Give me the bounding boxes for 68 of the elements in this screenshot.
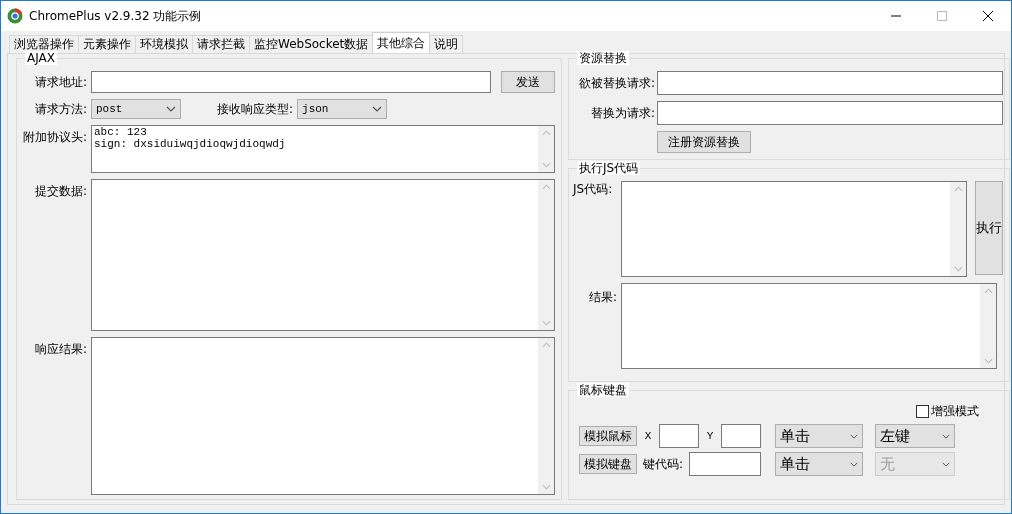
app-logo-icon bbox=[7, 8, 23, 24]
method-dropdown[interactable]: post bbox=[91, 99, 181, 119]
scroll-down-icon[interactable] bbox=[953, 266, 963, 272]
field-label: 结果: bbox=[587, 289, 617, 306]
response-textarea[interactable] bbox=[91, 337, 555, 495]
tab[interactable]: 请求拦截 bbox=[192, 35, 250, 53]
scroll-up-icon[interactable] bbox=[541, 130, 551, 136]
field-label: X bbox=[643, 430, 653, 442]
group-title: 执行JS代码 bbox=[577, 161, 641, 175]
maximize-icon bbox=[937, 11, 947, 21]
field-label: Y bbox=[705, 430, 715, 442]
field-label: 提交数据: bbox=[33, 183, 87, 200]
field-label: 请求方法: bbox=[33, 100, 87, 118]
key-action-dropdown[interactable]: 单击 bbox=[775, 452, 864, 476]
tab[interactable]: 其他综合 bbox=[372, 32, 431, 53]
enhanced-mode-checkbox[interactable]: 增强模式 bbox=[916, 403, 979, 420]
window-title: ChromePlus v2.9.32 功能示例 bbox=[29, 7, 202, 25]
simulate-keyboard-button[interactable]: 模拟键盘 bbox=[579, 454, 637, 474]
group-title: AJAX bbox=[25, 51, 57, 65]
response-type-dropdown[interactable]: json bbox=[297, 99, 388, 119]
target-request-field[interactable] bbox=[657, 101, 1003, 125]
run-button[interactable]: 执行 bbox=[975, 181, 1003, 275]
scroll-down-icon[interactable] bbox=[541, 484, 551, 490]
mouse-key-dropdown[interactable]: 左键 bbox=[875, 424, 955, 448]
simulate-mouse-button[interactable]: 模拟鼠标 bbox=[579, 426, 637, 446]
group-title: 鼠标键盘 bbox=[577, 383, 629, 397]
field-label: 欲被替换请求: bbox=[577, 74, 655, 92]
field-label: 接收响应类型: bbox=[217, 100, 294, 118]
text-line: abc: 123 bbox=[94, 126, 148, 138]
key-code-field[interactable] bbox=[689, 452, 762, 476]
close-icon bbox=[983, 11, 993, 21]
field-label: 键代码: bbox=[643, 455, 684, 473]
field-label: JS代码: bbox=[573, 181, 614, 198]
tab[interactable]: 浏览器操作 bbox=[9, 35, 79, 53]
x-field[interactable] bbox=[659, 424, 699, 448]
field-label: 响应结果: bbox=[33, 341, 87, 358]
scroll-up-icon[interactable] bbox=[541, 184, 551, 190]
field-label: 附加协议头: bbox=[21, 129, 87, 146]
scroll-down-icon[interactable] bbox=[983, 358, 993, 364]
js-result-textarea[interactable] bbox=[621, 283, 997, 369]
js-code-textarea[interactable] bbox=[621, 181, 967, 277]
y-field[interactable] bbox=[721, 424, 761, 448]
scroll-down-icon[interactable] bbox=[541, 162, 551, 168]
group-title: 资源替换 bbox=[577, 51, 629, 65]
text-line: sign: dxsiduiwqjdioqwjdioqwdj bbox=[94, 138, 287, 150]
chevron-down-icon bbox=[850, 433, 858, 439]
headers-textarea[interactable]: abc: 123 sign: dxsiduiwqjdioqwjdioqwdj bbox=[91, 125, 555, 173]
body-textarea[interactable] bbox=[91, 179, 555, 331]
source-request-field[interactable] bbox=[657, 71, 1003, 95]
scroll-down-icon[interactable] bbox=[541, 320, 551, 326]
scroll-up-icon[interactable] bbox=[983, 288, 993, 294]
field-label: 替换为请求: bbox=[589, 104, 655, 122]
register-button[interactable]: 注册资源替换 bbox=[657, 131, 751, 153]
click-type-dropdown[interactable]: 单击 bbox=[775, 424, 863, 448]
chevron-down-icon bbox=[942, 433, 950, 439]
tab[interactable]: 说明 bbox=[429, 35, 464, 53]
scroll-up-icon[interactable] bbox=[541, 342, 551, 348]
chevron-down-icon bbox=[942, 461, 951, 467]
chevron-down-icon bbox=[850, 461, 859, 467]
chevron-down-icon bbox=[372, 106, 383, 112]
field-label: 请求地址: bbox=[33, 73, 87, 91]
tab[interactable]: 元素操作 bbox=[78, 35, 136, 53]
tab[interactable]: 监控WebSocket数据 bbox=[249, 35, 374, 53]
send-button[interactable]: 发送 bbox=[501, 71, 555, 93]
scroll-up-icon[interactable] bbox=[953, 186, 963, 192]
tab[interactable]: 环境模拟 bbox=[135, 35, 193, 53]
chevron-down-icon bbox=[166, 106, 176, 112]
url-field[interactable] bbox=[91, 71, 492, 93]
